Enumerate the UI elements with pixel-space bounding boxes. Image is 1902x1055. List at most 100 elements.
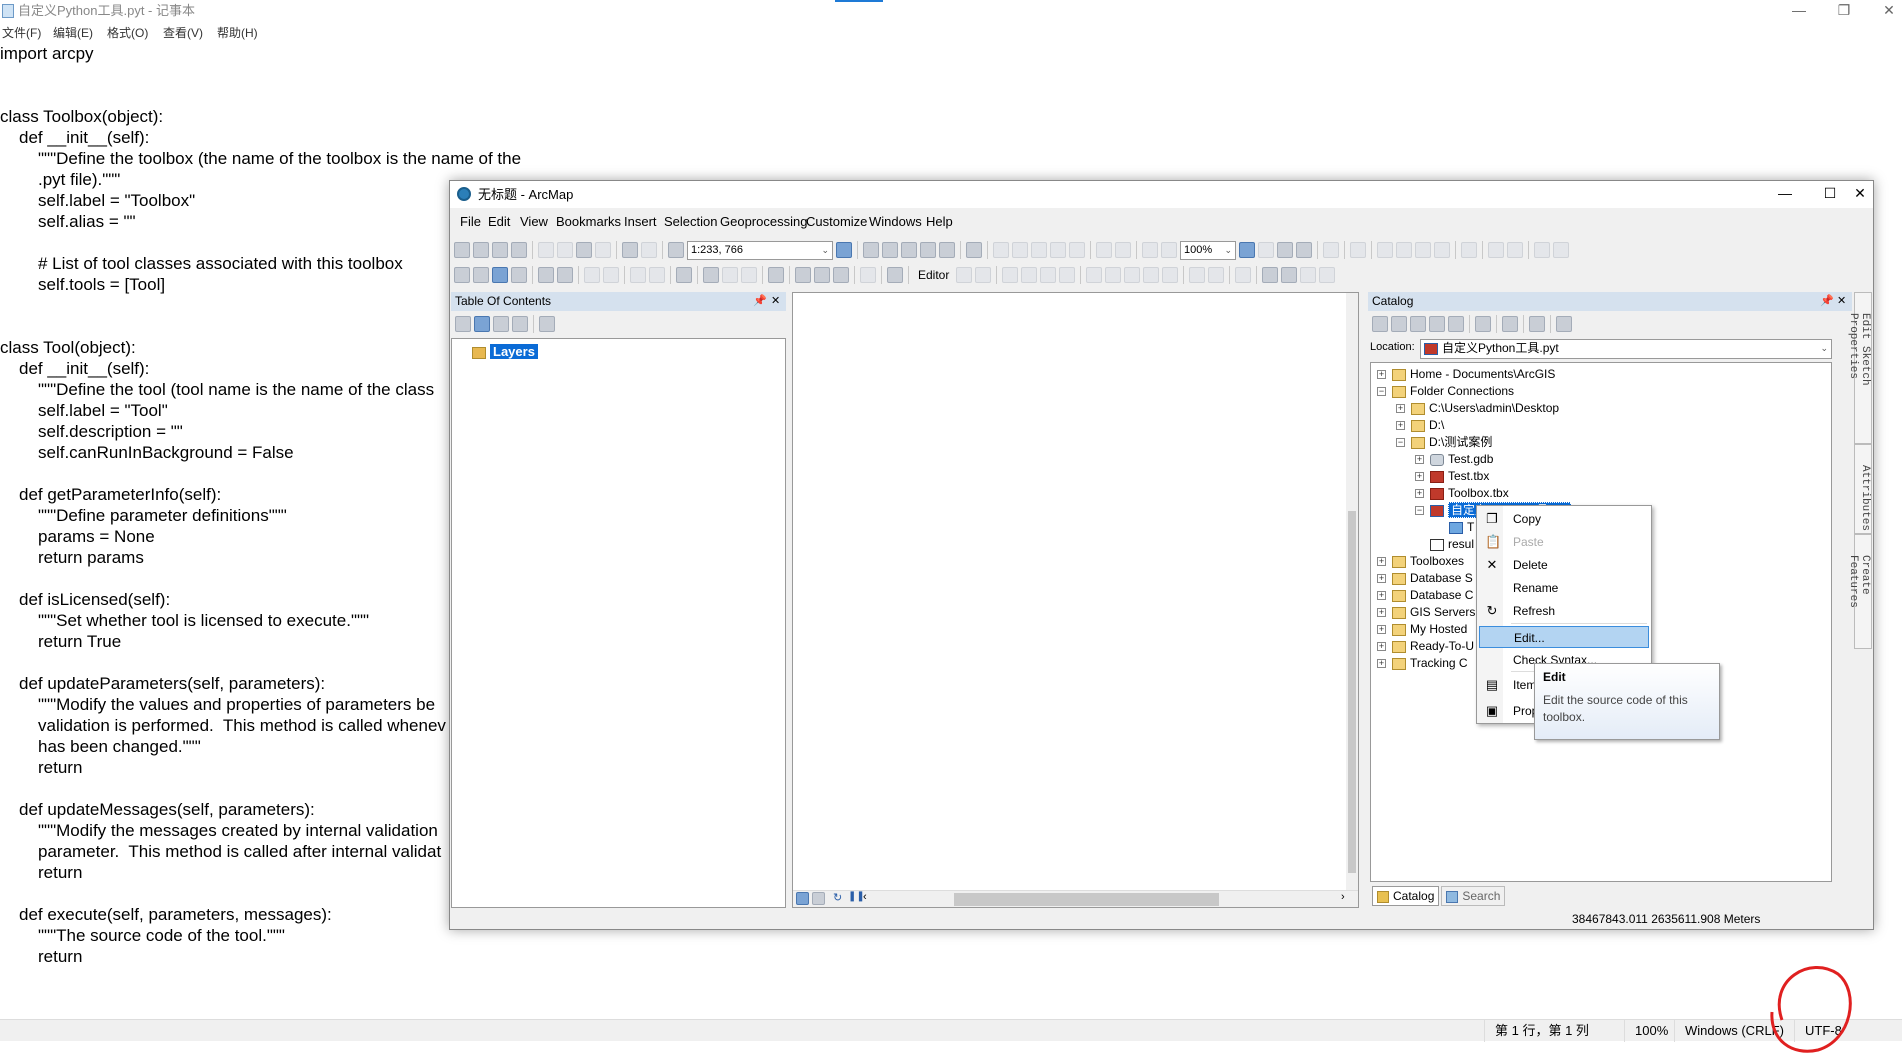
- scroll-right-icon[interactable]: ›: [1341, 891, 1345, 903]
- redo-icon[interactable]: [641, 242, 657, 258]
- menu-item-edit[interactable]: Edit...: [1479, 626, 1649, 648]
- maximize-icon[interactable]: ☐: [1815, 185, 1845, 202]
- options-icon[interactable]: [539, 316, 555, 332]
- expand-icon[interactable]: +: [1377, 370, 1386, 380]
- focus-frame-icon[interactable]: [1258, 242, 1274, 258]
- minimize-icon[interactable]: —: [1770, 185, 1800, 201]
- connect-folder-icon[interactable]: [1502, 316, 1518, 332]
- expand-icon[interactable]: +: [1377, 591, 1386, 601]
- table-icon[interactable]: [863, 242, 879, 258]
- menu-item-copy[interactable]: ❐ Copy: [1479, 508, 1649, 530]
- hyperlink-icon[interactable]: [722, 267, 738, 283]
- menu-edit[interactable]: 编辑(E): [53, 24, 93, 41]
- point-icon[interactable]: [1059, 267, 1076, 283]
- full-extent-icon[interactable]: [511, 267, 527, 283]
- text-editor[interactable]: import arcpy class Toolbox(object): def __…: [0, 43, 521, 967]
- python-icon[interactable]: [939, 242, 955, 258]
- location-dropdown[interactable]: 自定义Python工具.pyt ⌄: [1420, 339, 1832, 359]
- attributes-icon[interactable]: [1189, 267, 1206, 283]
- layers-node[interactable]: Layers: [472, 343, 538, 360]
- tree-item[interactable]: + GIS Servers: [1377, 604, 1475, 621]
- up-one-level-icon[interactable]: [1410, 316, 1426, 332]
- tree-item[interactable]: + Tracking C: [1377, 655, 1468, 672]
- full-page-icon[interactable]: [1050, 242, 1066, 258]
- toggle-draft-icon[interactable]: [1239, 242, 1255, 258]
- forward-extent-icon[interactable]: [1161, 242, 1177, 258]
- html-popup-icon[interactable]: [741, 267, 757, 283]
- scrollbar-thumb[interactable]: [1348, 511, 1356, 873]
- topology-edit-icon[interactable]: [1086, 267, 1103, 283]
- menu-insert[interactable]: Insert: [624, 214, 657, 229]
- tree-item[interactable]: + Database S: [1377, 570, 1473, 587]
- forward-icon[interactable]: [1391, 316, 1407, 332]
- editor-toolbar-icon[interactable]: [836, 242, 852, 258]
- expand-icon[interactable]: +: [1415, 472, 1424, 482]
- editor-dropdown[interactable]: Editor: [914, 268, 953, 282]
- cut-polygons-icon[interactable]: [1415, 242, 1431, 258]
- expand-icon[interactable]: +: [1396, 404, 1405, 414]
- topology-icon[interactable]: [1323, 242, 1339, 258]
- zoom-out-icon[interactable]: [473, 267, 489, 283]
- data-driven-pages-icon[interactable]: [1296, 242, 1312, 258]
- side-tab-attributes[interactable]: Attributes: [1854, 444, 1872, 534]
- list-by-source-icon[interactable]: [474, 316, 490, 332]
- zoom-out-layout-icon[interactable]: [1012, 242, 1028, 258]
- fixed-out-icon[interactable]: [1115, 242, 1131, 258]
- close-icon[interactable]: ✕: [1837, 292, 1846, 311]
- menu-customize[interactable]: Customize: [806, 214, 867, 229]
- expand-icon[interactable]: +: [1415, 489, 1424, 499]
- zoom-100-icon[interactable]: [1069, 242, 1085, 258]
- collapse-icon[interactable]: −: [1377, 387, 1386, 397]
- minimize-icon[interactable]: —: [1784, 2, 1814, 18]
- edit-tool-icon[interactable]: [956, 267, 973, 283]
- tree-item[interactable]: T: [1434, 519, 1474, 536]
- back-extent-icon[interactable]: [1142, 242, 1158, 258]
- menu-view[interactable]: View: [520, 214, 548, 229]
- expand-icon[interactable]: +: [1377, 659, 1386, 669]
- expand-icon[interactable]: +: [1377, 557, 1386, 567]
- home-icon[interactable]: [1429, 316, 1445, 332]
- menu-help[interactable]: Help: [926, 214, 953, 229]
- arctoolbox-icon[interactable]: [920, 242, 936, 258]
- list-by-selection-icon[interactable]: [512, 316, 528, 332]
- layout-zoom-dropdown[interactable]: 100% ⌄: [1180, 240, 1236, 260]
- menu-geoprocessing[interactable]: Geoprocessing: [720, 214, 807, 229]
- tree-item[interactable]: + Database C: [1377, 587, 1473, 604]
- find-icon[interactable]: [795, 267, 811, 283]
- identify-icon[interactable]: [703, 267, 719, 283]
- select-elements-icon[interactable]: [676, 267, 692, 283]
- expand-icon[interactable]: +: [1377, 608, 1386, 618]
- select-by-graphics-icon[interactable]: [630, 267, 646, 283]
- find-route-icon[interactable]: [814, 267, 830, 283]
- edit-vertices-icon[interactable]: [1377, 242, 1393, 258]
- edit-annotation-icon[interactable]: [1534, 242, 1550, 258]
- trace-icon[interactable]: [1040, 267, 1057, 283]
- options-icon[interactable]: [1556, 316, 1572, 332]
- select-feature-icon[interactable]: [1350, 242, 1366, 258]
- expand-icon[interactable]: +: [1396, 421, 1405, 431]
- menu-windows[interactable]: Windows: [869, 214, 922, 229]
- straight-segment-icon[interactable]: [1002, 267, 1019, 283]
- close-icon[interactable]: ✕: [1874, 2, 1902, 19]
- tab-search[interactable]: Search: [1441, 886, 1506, 906]
- menu-bookmarks[interactable]: Bookmarks: [556, 214, 621, 229]
- model-builder-icon[interactable]: [966, 242, 982, 258]
- tree-item[interactable]: + Test.gdb: [1415, 451, 1493, 468]
- xy-tool-icon[interactable]: [1319, 267, 1336, 283]
- go-to-xy-icon[interactable]: [833, 267, 849, 283]
- rotate-icon[interactable]: [1461, 242, 1477, 258]
- pin-icon[interactable]: 📌: [753, 292, 767, 311]
- menu-item-rename[interactable]: Rename: [1479, 577, 1649, 599]
- menu-item-paste[interactable]: 📋 Paste: [1479, 531, 1649, 553]
- scale-dropdown[interactable]: 1:233, 766 ⌄: [687, 240, 833, 260]
- zoom-in-layout-icon[interactable]: [993, 242, 1009, 258]
- tree-item[interactable]: − D:\测试案例: [1396, 434, 1492, 451]
- collapse-icon[interactable]: −: [1396, 438, 1405, 448]
- catalog-icon[interactable]: [882, 242, 898, 258]
- fixed-in-icon[interactable]: [1096, 242, 1112, 258]
- split-tool-icon[interactable]: [1105, 267, 1122, 283]
- menu-view[interactable]: 查看(V): [163, 24, 203, 41]
- tree-item[interactable]: + Toolboxes: [1377, 553, 1464, 570]
- cut-icon[interactable]: [1143, 267, 1160, 283]
- cut-icon[interactable]: [538, 242, 554, 258]
